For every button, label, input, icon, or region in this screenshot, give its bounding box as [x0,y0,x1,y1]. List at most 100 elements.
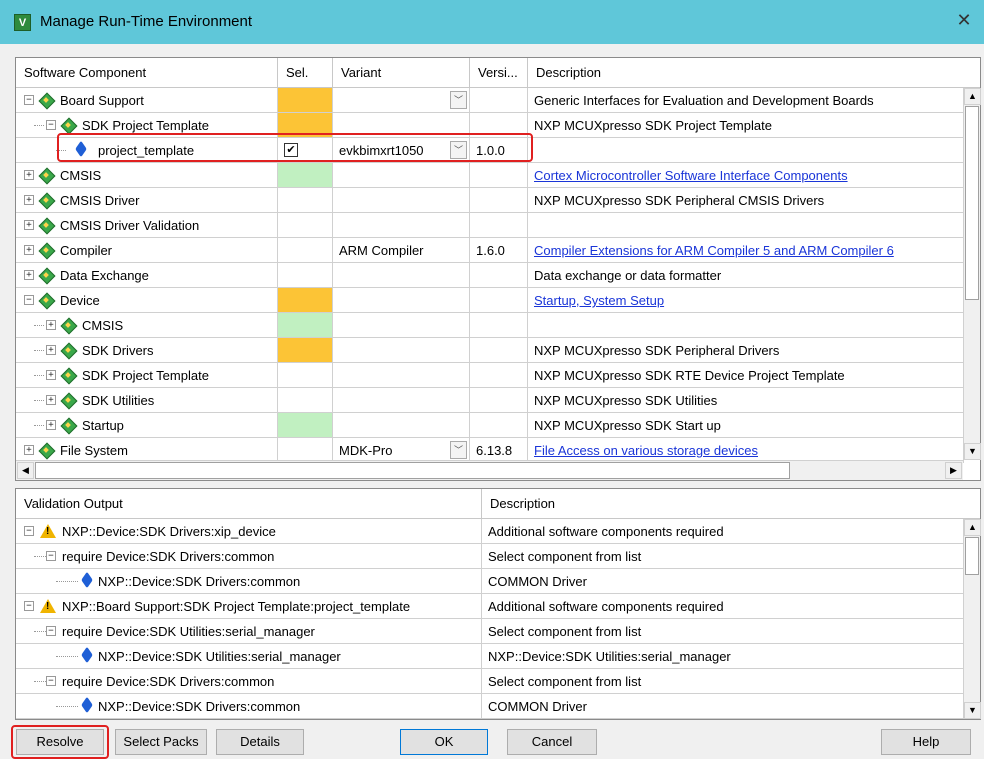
component-row[interactable]: + Startup NXP MCUXpresso SDK Start up [16,413,964,438]
horizontal-scrollbar-thumb[interactable] [35,462,790,479]
component-row[interactable]: + Data Exchange Data exchange or data form… [16,263,964,288]
validation-output-cell[interactable]: − NXP::Board Support:SDK Project Template… [16,594,482,619]
component-description-cell[interactable]: Compiler Extensions for ARM Compiler 5 a… [528,238,964,263]
description-link[interactable]: Startup, System Setup [534,293,664,308]
component-sel-cell[interactable] [278,388,333,413]
scroll-down-arrow-icon[interactable]: ▼ [964,443,981,460]
expand-icon[interactable]: + [24,195,34,205]
collapse-icon[interactable]: − [24,601,34,611]
component-description-cell[interactable]: Cortex Microcontroller Software Interfac… [528,163,964,188]
ok-button[interactable]: OK [400,729,488,755]
details-button[interactable]: Details [216,729,304,755]
validation-row[interactable]: NXP::Device:SDK Drivers:common COMMON Dri… [16,694,964,719]
scroll-left-arrow-icon[interactable]: ◀ [17,462,34,479]
component-sel-cell[interactable] [278,363,333,388]
collapse-icon[interactable]: − [24,95,34,105]
collapse-icon[interactable]: − [46,626,56,636]
header-version[interactable]: Versi... [470,58,528,88]
component-sel-cell[interactable] [278,288,333,313]
component-sel-cell[interactable] [278,238,333,263]
component-row[interactable]: + Compiler ARM Compiler 1.6.0 Compiler Exten… [16,238,964,263]
header-description[interactable]: Description [528,58,980,88]
header-software-component[interactable]: Software Component [16,58,278,88]
validation-output-cell[interactable]: − require Device:SDK Drivers:common [16,544,482,569]
validation-scrollbar-thumb[interactable] [965,537,979,575]
component-row[interactable]: + CMSIS [16,313,964,338]
collapse-icon[interactable]: − [46,551,56,561]
validation-row[interactable]: NXP::Device:SDK Utilities:serial_manager… [16,644,964,669]
cancel-button[interactable]: Cancel [507,729,597,755]
expand-icon[interactable]: + [24,170,34,180]
component-name-cell[interactable]: − Board Support [16,88,278,113]
component-name-cell[interactable]: + CMSIS [16,313,278,338]
validation-row[interactable]: NXP::Device:SDK Drivers:common COMMON Dri… [16,569,964,594]
validation-output-cell[interactable]: − require Device:SDK Utilities:serial_man… [16,619,482,644]
component-name-cell[interactable]: + CMSIS Driver [16,188,278,213]
component-name-cell[interactable]: − Device [16,288,278,313]
component-name-cell[interactable]: + SDK Drivers [16,338,278,363]
component-name-cell[interactable]: + Startup [16,413,278,438]
validation-scroll-up-arrow-icon[interactable]: ▲ [964,519,981,536]
header-variant[interactable]: Variant [333,58,470,88]
validation-row[interactable]: − require Device:SDK Drivers:common Select… [16,544,964,569]
expand-icon[interactable]: + [46,370,56,380]
scroll-up-arrow-icon[interactable]: ▲ [964,88,981,105]
collapse-icon[interactable]: − [46,676,56,686]
component-sel-cell[interactable] [278,213,333,238]
validation-output-cell[interactable]: NXP::Device:SDK Drivers:common [16,569,482,594]
collapse-icon[interactable]: − [24,526,34,536]
component-sel-cell[interactable] [278,338,333,363]
component-row[interactable]: + CMSIS Cortex Microcontroller Software In… [16,163,964,188]
component-name-cell[interactable]: + CMSIS [16,163,278,188]
expand-icon[interactable]: + [24,245,34,255]
component-row[interactable]: + SDK Project Template NXP MCUXpresso SDK … [16,363,964,388]
component-name-cell[interactable]: + SDK Utilities [16,388,278,413]
validation-scroll-down-arrow-icon[interactable]: ▼ [964,702,981,719]
component-description-cell[interactable]: Startup, System Setup [528,288,964,313]
description-link[interactable]: Compiler Extensions for ARM Compiler 5 a… [534,243,894,258]
expand-icon[interactable]: + [24,445,34,455]
header-validation-description[interactable]: Description [482,489,980,519]
dropdown-arrow-icon[interactable]: ﹀ [450,91,467,109]
collapse-icon[interactable]: − [46,120,56,130]
component-name-cell[interactable]: + CMSIS Driver Validation [16,213,278,238]
component-row[interactable]: + CMSIS Driver Validation [16,213,964,238]
component-variant-cell[interactable]: ﹀ [333,88,470,113]
header-sel[interactable]: Sel. [278,58,333,88]
validation-output-cell[interactable]: − NXP::Device:SDK Drivers:xip_device [16,519,482,544]
component-row[interactable]: − Board Support ﹀ Generic Interfaces for Ev… [16,88,964,113]
component-name-cell[interactable]: + SDK Project Template [16,363,278,388]
component-sel-cell[interactable] [278,88,333,113]
validation-row[interactable]: − require Device:SDK Drivers:common Select… [16,669,964,694]
select-packs-button[interactable]: Select Packs [115,729,207,755]
component-row[interactable]: − Device Startup, System Setup [16,288,964,313]
component-sel-cell[interactable] [278,263,333,288]
scroll-right-arrow-icon[interactable]: ▶ [945,462,962,479]
validation-output-cell[interactable]: NXP::Device:SDK Utilities:serial_manager [16,644,482,669]
expand-icon[interactable]: + [24,270,34,280]
component-row[interactable]: + SDK Drivers NXP MCUXpresso SDK Periphera… [16,338,964,363]
description-link[interactable]: Cortex Microcontroller Software Interfac… [534,168,848,183]
validation-row[interactable]: − require Device:SDK Utilities:serial_man… [16,619,964,644]
component-sel-cell[interactable] [278,163,333,188]
close-icon[interactable]: ✕ [952,10,976,31]
component-row[interactable]: + SDK Utilities NXP MCUXpresso SDK Utiliti… [16,388,964,413]
help-button[interactable]: Help [881,729,971,755]
horizontal-scrollbar[interactable]: ◀ ▶ [16,460,963,480]
expand-icon[interactable]: + [24,220,34,230]
description-link[interactable]: File Access on various storage devices [534,443,758,458]
vertical-scrollbar[interactable]: ▲ ▼ [963,88,981,460]
scrollbar-thumb[interactable] [965,106,979,300]
header-validation-output[interactable]: Validation Output [16,489,482,519]
collapse-icon[interactable]: − [24,295,34,305]
component-row[interactable]: + CMSIS Driver NXP MCUXpresso SDK Peripher… [16,188,964,213]
component-sel-cell[interactable] [278,313,333,338]
validation-row[interactable]: − NXP::Device:SDK Drivers:xip_device Addit… [16,519,964,544]
component-sel-cell[interactable] [278,413,333,438]
validation-output-cell[interactable]: NXP::Device:SDK Drivers:common [16,694,482,719]
expand-icon[interactable]: + [46,320,56,330]
component-sel-cell[interactable] [278,188,333,213]
component-name-cell[interactable]: + Data Exchange [16,263,278,288]
expand-icon[interactable]: + [46,420,56,430]
validation-vertical-scrollbar[interactable]: ▲ ▼ [963,519,981,719]
